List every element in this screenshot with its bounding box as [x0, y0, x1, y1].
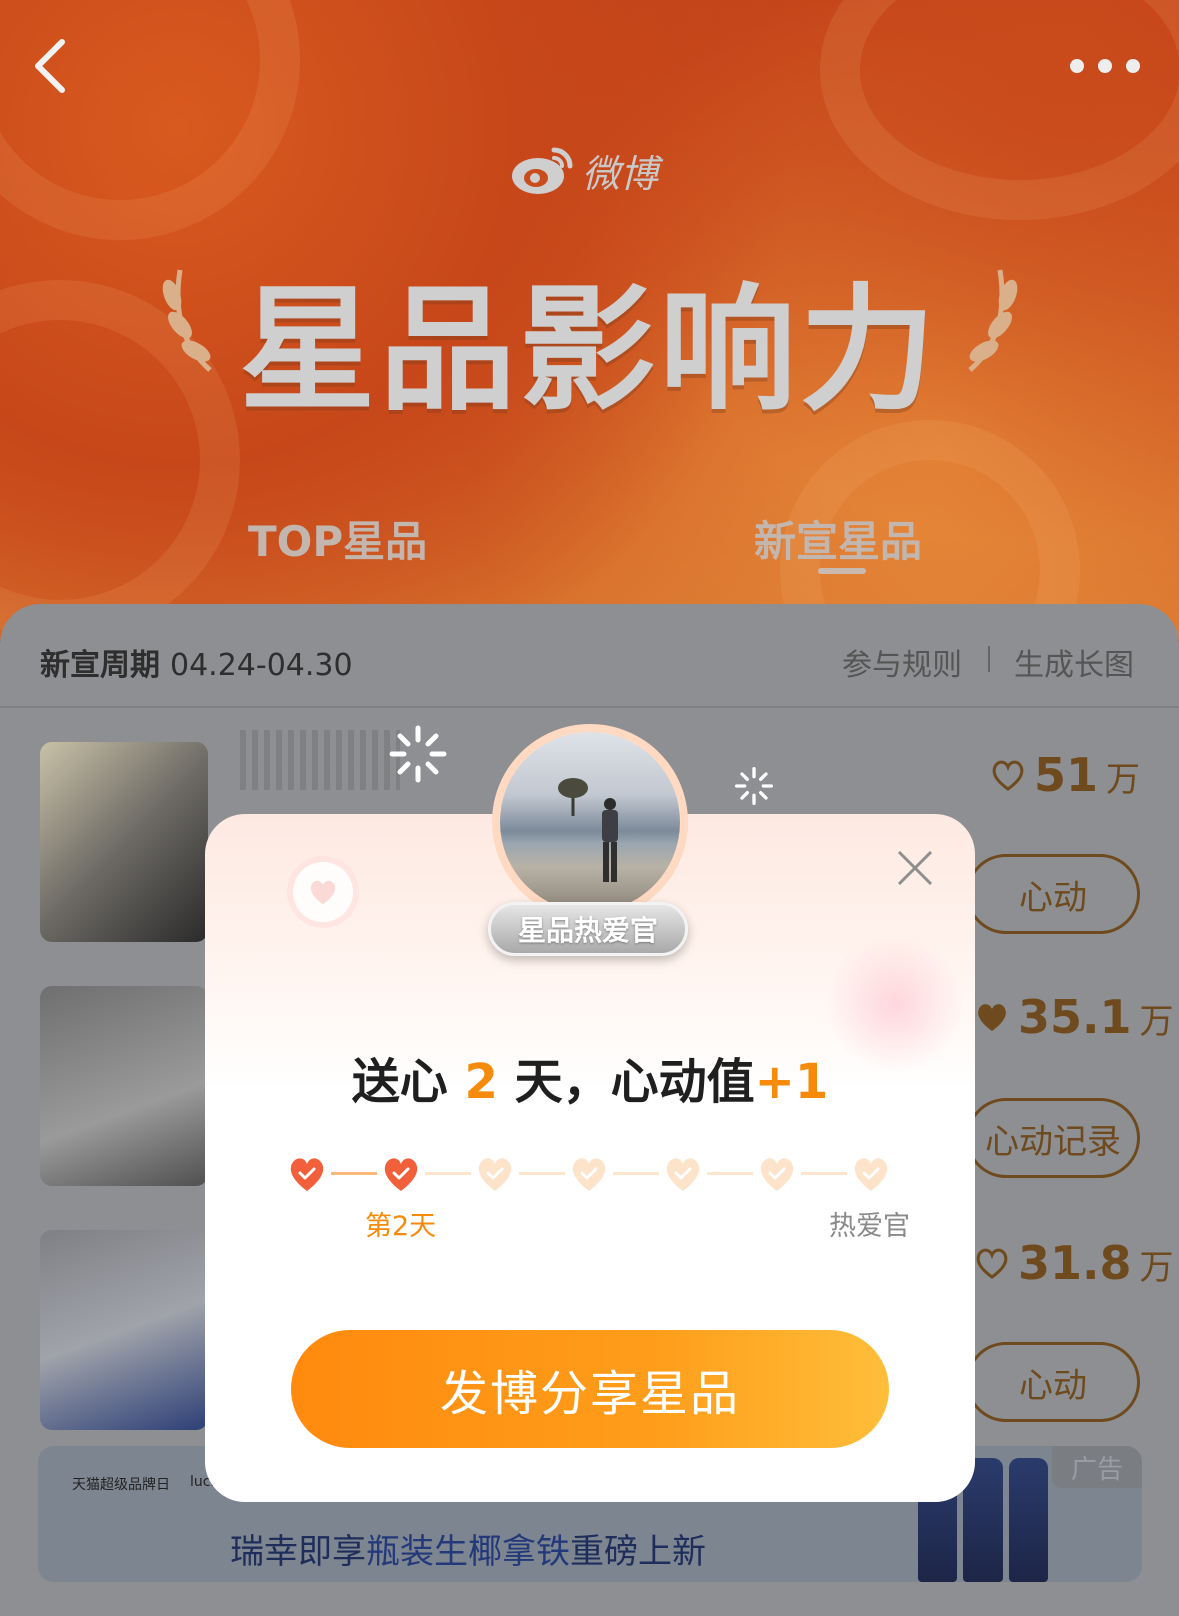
- tab-new-stars[interactable]: 新宣星品: [754, 508, 922, 569]
- ad-text-b: 瓶装生椰拿铁: [366, 1532, 570, 1572]
- tree-icon: [558, 778, 588, 816]
- back-icon[interactable]: [32, 36, 72, 96]
- close-icon[interactable]: [893, 846, 937, 890]
- heart-pending-icon: [478, 1158, 512, 1191]
- page-title: 星品影响力: [239, 272, 940, 430]
- star-image[interactable]: [40, 1230, 208, 1430]
- heart-count-unit: 万: [1139, 1248, 1174, 1288]
- headline-plus: +1: [754, 1054, 829, 1110]
- ad-text: 瑞幸即享瓶装生椰拿铁重磅上新: [230, 1524, 706, 1573]
- fan-badge: 星品热爱官: [488, 902, 688, 956]
- avatar-photo: [500, 732, 680, 912]
- heart-count: 35.1 万: [974, 990, 1174, 1044]
- sparkle-icon: [389, 725, 447, 783]
- progress-connector: [801, 1172, 847, 1175]
- heart-progress-track: [287, 1154, 888, 1194]
- heart-checked-icon: [384, 1158, 418, 1191]
- progress-connector: [425, 1172, 471, 1175]
- heart-count: 51 万: [990, 748, 1140, 802]
- period-info: 新宣周期 04.24-04.30: [40, 640, 353, 684]
- reward-headline: 送心 2 天，心动值+1: [205, 1042, 975, 1112]
- heart-button[interactable]: 心动: [966, 1342, 1140, 1422]
- star-image[interactable]: [40, 742, 208, 942]
- weibo-logo-text: 微博: [582, 151, 659, 196]
- star-image[interactable]: [40, 986, 208, 1186]
- heart-pending-icon: [760, 1158, 794, 1191]
- ad-text-a: 瑞幸即享: [230, 1532, 366, 1572]
- divider: [988, 646, 990, 672]
- heart-count: 31.8 万: [974, 1236, 1174, 1290]
- weibo-eye-icon: [512, 147, 573, 194]
- ad-tag: 广告: [1052, 1446, 1142, 1488]
- heart-count-unit: 万: [1139, 1002, 1174, 1042]
- progress-connector: [613, 1172, 659, 1175]
- avatar: [492, 724, 688, 920]
- heart-filled-icon: [978, 1004, 1006, 1031]
- headline-part-b: 天，心动值: [514, 1054, 755, 1110]
- heart-pending-icon: [666, 1158, 700, 1191]
- heart-count-value: 31.8: [1018, 1236, 1132, 1290]
- star-name-text: [240, 730, 400, 790]
- rules-link[interactable]: 参与规则: [842, 640, 962, 684]
- goal-label: 热爱官: [829, 1211, 910, 1242]
- current-day-label: 第2天: [365, 1211, 437, 1242]
- weibo-logo: 微博: [510, 140, 680, 200]
- heart-record-button[interactable]: 心动记录: [966, 1098, 1140, 1178]
- period-label: 新宣周期: [40, 648, 160, 683]
- heart-count-value: 51: [1034, 748, 1099, 802]
- ad-logo-tmall: 天猫超级品牌日: [72, 1477, 170, 1493]
- heart-outline-icon: [992, 760, 1024, 791]
- progress-connector: [331, 1172, 377, 1175]
- progress-connector: [707, 1172, 753, 1175]
- active-tab-indicator: [818, 568, 866, 574]
- heart-button[interactable]: 心动: [966, 854, 1140, 934]
- heart-outline-icon: [976, 1248, 1008, 1279]
- heart-pending-icon: [854, 1158, 888, 1191]
- person-silhouette-icon: [602, 798, 618, 882]
- headline-days: 2: [464, 1054, 498, 1110]
- period-dates: 04.24-04.30: [170, 648, 353, 683]
- decor-swirl: [820, 0, 1179, 220]
- divider: [0, 706, 1179, 708]
- tab-top-stars[interactable]: TOP星品: [248, 508, 427, 569]
- generate-long-image-link[interactable]: 生成长图: [1014, 640, 1134, 684]
- heart-count-value: 35.1: [1018, 990, 1132, 1044]
- progress-connector: [519, 1172, 565, 1175]
- share-post-button[interactable]: 发博分享星品: [291, 1330, 889, 1448]
- heart-pending-icon: [572, 1158, 606, 1191]
- ad-text-c: 重磅上新: [570, 1532, 706, 1572]
- sparkle-icon: [735, 767, 773, 805]
- heart-checked-icon: [290, 1158, 324, 1191]
- more-menu-icon[interactable]: [1070, 56, 1140, 76]
- headline-part-a: 送心: [351, 1054, 448, 1110]
- heart-count-unit: 万: [1106, 760, 1141, 800]
- heart-bubble-icon: [293, 862, 353, 922]
